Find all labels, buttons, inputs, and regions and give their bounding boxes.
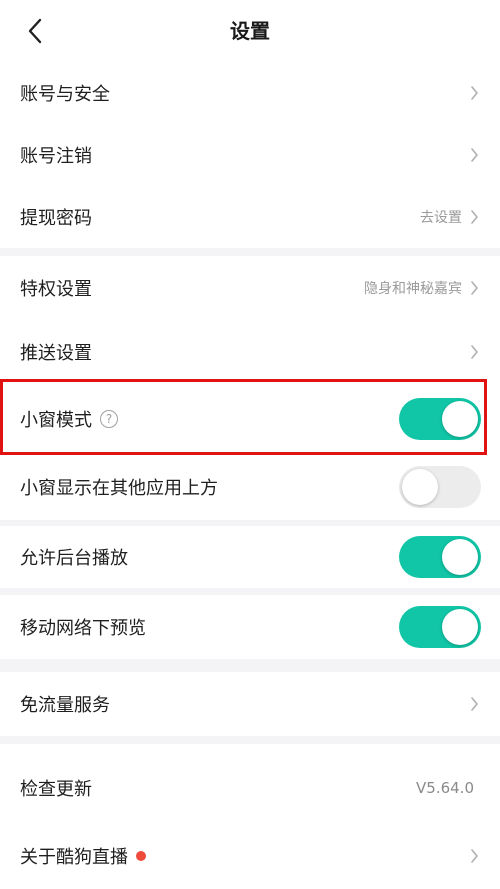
settings-item-background-play: 允许后台播放 — [0, 526, 500, 588]
settings-item-label: 小窗模式 ? — [20, 406, 118, 432]
toggle-knob — [402, 469, 438, 505]
settings-item-value: 去设置 — [420, 210, 462, 226]
settings-item-label: 检查更新 — [20, 779, 92, 800]
settings-item-label: 特权设置 — [20, 279, 92, 300]
settings-item-mobile-preview: 移动网络下预览 — [0, 595, 500, 659]
chevron-right-icon — [468, 695, 480, 713]
settings-item-label: 允许后台播放 — [20, 548, 128, 569]
settings-group-general: 特权设置 隐身和神秘嘉宾 推送设置 小窗模式 ? 小窗显示在其他应用上方 — [0, 256, 500, 520]
settings-group-background-play: 允许后台播放 — [0, 526, 500, 588]
toggle-knob — [442, 401, 478, 437]
settings-item-label: 账号注销 — [20, 146, 92, 167]
settings-item-value: 隐身和神秘嘉宾 — [364, 281, 462, 297]
question-circle-icon[interactable]: ? — [100, 410, 118, 428]
settings-item-label: 小窗显示在其他应用上方 — [20, 478, 218, 499]
mini-window-toggle[interactable] — [399, 398, 481, 440]
background-play-toggle[interactable] — [399, 536, 481, 578]
settings-item-mini-window-overlay: 小窗显示在其他应用上方 — [0, 454, 500, 520]
settings-item-label: 免流量服务 — [20, 695, 110, 716]
settings-item-label: 提现密码 — [20, 208, 92, 229]
settings-item-check-update[interactable]: 检查更新 V5.64.0 — [0, 752, 500, 824]
mobile-preview-toggle[interactable] — [399, 606, 481, 648]
chevron-right-icon — [468, 146, 480, 164]
settings-item-push[interactable]: 推送设置 — [0, 320, 500, 384]
settings-item-mini-window: 小窗模式 ? — [0, 384, 500, 454]
about-label: 关于酷狗直播 — [20, 847, 128, 868]
settings-item-label: 移动网络下预览 — [20, 618, 146, 639]
settings-group-mobile-preview: 移动网络下预览 — [0, 595, 500, 659]
settings-item-label: 账号与安全 — [20, 84, 110, 105]
chevron-right-icon — [468, 208, 480, 226]
settings-item-account-security[interactable]: 账号与安全 — [0, 62, 500, 124]
settings-item-label: 推送设置 — [20, 343, 92, 364]
settings-item-data-free[interactable]: 免流量服务 — [0, 672, 500, 736]
settings-group-about: 检查更新 V5.64.0 关于酷狗直播 — [0, 744, 500, 889]
toggle-knob — [442, 609, 478, 645]
toggle-knob — [442, 539, 478, 575]
version-value: V5.64.0 — [416, 779, 474, 797]
mini-window-label: 小窗模式 — [20, 410, 92, 431]
chevron-right-icon — [468, 279, 480, 297]
settings-item-about[interactable]: 关于酷狗直播 — [0, 824, 500, 888]
mini-window-overlay-toggle[interactable] — [399, 466, 481, 508]
settings-item-privilege[interactable]: 特权设置 隐身和神秘嘉宾 — [0, 256, 500, 320]
settings-item-account-cancel[interactable]: 账号注销 — [0, 124, 500, 186]
chevron-right-icon — [468, 84, 480, 102]
settings-group-account: 账号与安全 账号注销 提现密码 去设置 — [0, 62, 500, 248]
page-title: 设置 — [230, 19, 270, 43]
notification-dot — [136, 851, 146, 861]
settings-item-withdraw-password[interactable]: 提现密码 去设置 — [0, 186, 500, 248]
chevron-right-icon — [468, 343, 480, 361]
chevron-right-icon — [468, 847, 480, 865]
settings-item-label: 关于酷狗直播 — [20, 843, 146, 869]
top-bar: 设置 — [0, 0, 500, 62]
settings-group-data-free: 免流量服务 — [0, 672, 500, 736]
